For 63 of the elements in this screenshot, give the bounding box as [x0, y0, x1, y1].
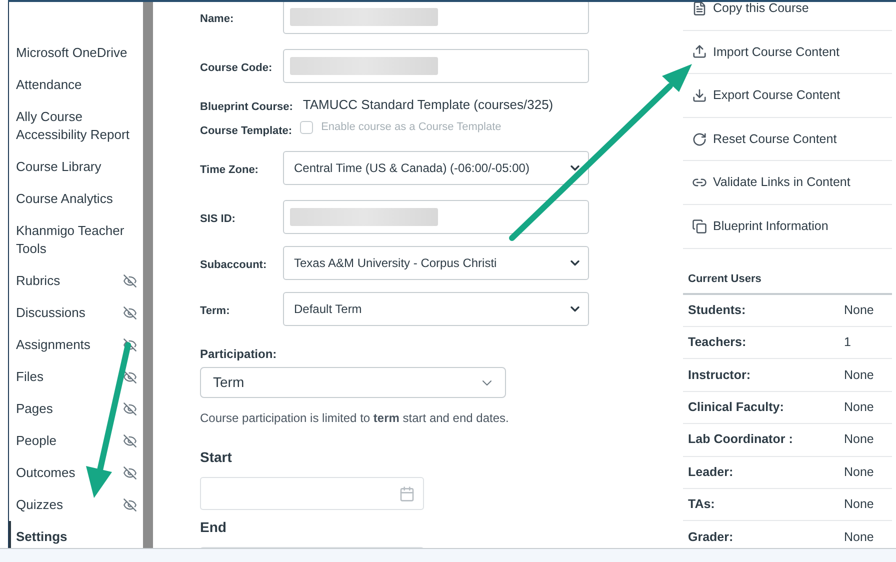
circular-arrow-icon: [692, 132, 707, 147]
user-role-label: TAs:: [688, 496, 716, 514]
section-heading: Current Users: [683, 270, 892, 295]
nav-link[interactable]: Quizzes: [16, 489, 143, 521]
blueprint-course-value: TAMUCC Standard Template (courses/325): [302, 96, 554, 114]
nav-link[interactable]: People: [16, 425, 143, 457]
user-role-label: Teachers:: [688, 334, 748, 352]
user-count: None: [844, 464, 874, 481]
field-label: Course Code:: [200, 60, 274, 76]
nav-link[interactable]: Files: [16, 361, 143, 393]
select-dropdown[interactable]: Default Term: [283, 292, 589, 326]
user-count: None: [844, 366, 874, 384]
download-icon: [692, 88, 707, 103]
user-count: None: [844, 431, 874, 448]
field-label: Blueprint Course:: [200, 100, 293, 115]
field-label: Time Zone:: [200, 162, 260, 178]
checkbox-label: Enable course as a Course Template: [321, 120, 502, 135]
field-label: Subaccount:: [200, 258, 268, 273]
course-action-link[interactable]: Copy this Course: [683, 2, 892, 31]
nav-link[interactable]: Pages: [16, 393, 143, 425]
course-action-link[interactable]: Blueprint Information: [683, 204, 892, 249]
user-count: None: [844, 528, 874, 546]
document-icon: [692, 2, 707, 16]
calendar-icon: [399, 486, 415, 502]
field-label: Participation:: [200, 346, 278, 362]
nav-link[interactable]: Course Library: [16, 151, 143, 183]
field-label: Term:: [200, 304, 231, 319]
user-role-label: Clinical Faculty:: [688, 399, 785, 416]
nav-link[interactable]: Outcomes: [16, 457, 143, 489]
user-role-label: Grader:: [688, 528, 734, 546]
text-input-field[interactable]: [283, 200, 589, 234]
nav-link[interactable]: Discussions: [16, 297, 143, 329]
help-text: Course participation is limited to term start and end dates.: [200, 410, 510, 426]
user-role-label: Lab Coordinator :: [688, 431, 794, 448]
end-label: End: [200, 518, 228, 536]
field-label: SIS ID:: [200, 212, 236, 227]
user-count: 1: [844, 334, 851, 352]
nav-link[interactable]: Rubrics: [16, 265, 143, 297]
stacked-pages-icon: [692, 218, 707, 234]
upload-icon: [692, 44, 707, 60]
select-dropdown[interactable]: Texas A&M University - Corpus Christi: [283, 246, 589, 280]
select-dropdown[interactable]: Central Time (US & Canada) (-06:00/-05:00): [283, 151, 589, 185]
user-role-label: Students:: [688, 302, 747, 319]
nav-link[interactable]: Assignments: [16, 329, 143, 361]
nav-link[interactable]: Attendance: [16, 69, 143, 101]
user-role-label: Instructor:: [688, 366, 752, 384]
select-dropdown[interactable]: Term: [200, 367, 506, 398]
user-count: None: [844, 302, 874, 319]
start-label: Start: [200, 448, 233, 466]
course-action-link[interactable]: Reset Course Content: [683, 118, 892, 162]
field-label: Name:: [200, 12, 235, 27]
date-input-field[interactable]: [200, 477, 424, 510]
nav-link[interactable]: Microsoft OneDrive: [16, 37, 143, 69]
nav-link[interactable]: Khanmigo Teacher Tools: [16, 215, 143, 265]
text-input-field[interactable]: [283, 2, 589, 34]
user-count: None: [844, 399, 874, 416]
user-role-label: Leader:: [688, 464, 734, 481]
course-action-link[interactable]: Validate Links in Content: [683, 161, 892, 205]
text-input-field[interactable]: [283, 49, 589, 83]
nav-link[interactable]: Ally Course Accessibility Report: [16, 101, 143, 151]
field-label: Course Template:: [200, 124, 292, 139]
nav-link[interactable]: Course Analytics: [16, 183, 143, 215]
user-count: None: [844, 496, 874, 514]
